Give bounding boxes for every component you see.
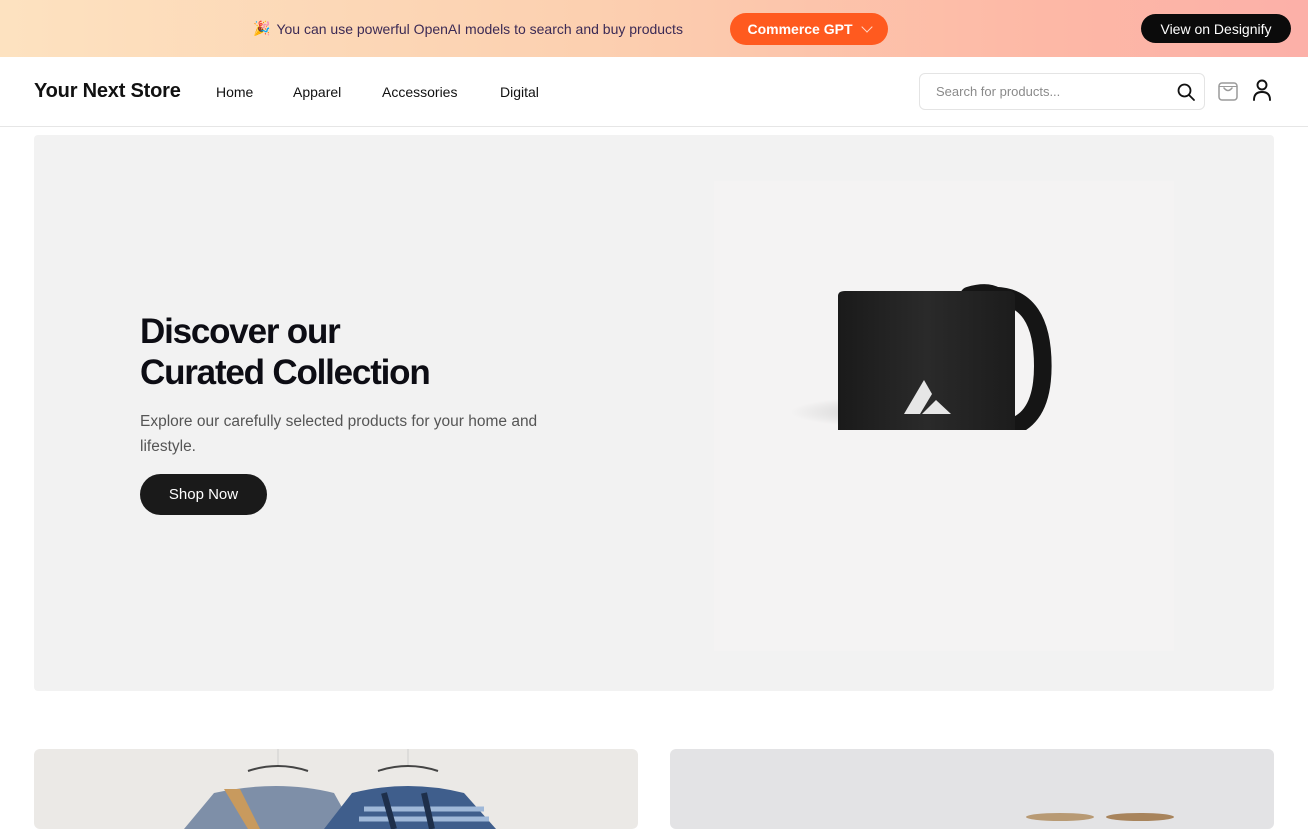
- cart-icon[interactable]: [1217, 79, 1239, 103]
- shop-now-label: Shop Now: [168, 486, 239, 503]
- hero-section: Discover our Curated Collection Explore …: [34, 135, 1274, 691]
- party-popper-icon: 🎉: [253, 20, 271, 36]
- hero-title-line-1: Discover our: [140, 312, 341, 351]
- view-on-designify-button[interactable]: View on Designify: [1141, 14, 1291, 43]
- site-header: Your Next Store Home Apparel Accessories…: [0, 57, 1308, 127]
- nav-accessories[interactable]: Accessories: [382, 84, 457, 100]
- hero-title: Discover our Curated Collection: [140, 311, 431, 393]
- accessories-image: [1026, 813, 1174, 821]
- designify-label: View on Designify: [1160, 20, 1272, 37]
- chevron-down-icon: [860, 21, 873, 33]
- commerce-gpt-label: Commerce GPT: [747, 21, 853, 37]
- commerce-gpt-button[interactable]: Commerce GPT: [730, 13, 888, 45]
- hero-title-line-2: Curated Collection: [140, 353, 431, 392]
- nav-home[interactable]: Home: [216, 84, 253, 100]
- search-box: [919, 73, 1205, 110]
- nav-digital[interactable]: Digital: [500, 84, 539, 100]
- nav-apparel[interactable]: Apparel: [293, 84, 341, 100]
- mug-product-image: [790, 284, 1052, 430]
- user-icon[interactable]: [1252, 78, 1272, 102]
- announcement-banner: 🎉 You can use powerful OpenAI models to …: [0, 0, 1308, 57]
- store-logo[interactable]: Your Next Store: [34, 80, 181, 103]
- shop-now-button[interactable]: Shop Now: [140, 474, 267, 515]
- banner-message: 🎉 You can use powerful OpenAI models to …: [253, 20, 683, 37]
- search-input[interactable]: [920, 74, 1170, 109]
- category-card-apparel[interactable]: [34, 749, 638, 829]
- search-icon[interactable]: [1176, 82, 1196, 102]
- banner-text: You can use powerful OpenAI models to se…: [276, 20, 683, 37]
- hero-description: Explore our carefully selected products …: [140, 413, 538, 455]
- apparel-image: [184, 749, 496, 829]
- category-card-accessories[interactable]: [670, 749, 1274, 829]
